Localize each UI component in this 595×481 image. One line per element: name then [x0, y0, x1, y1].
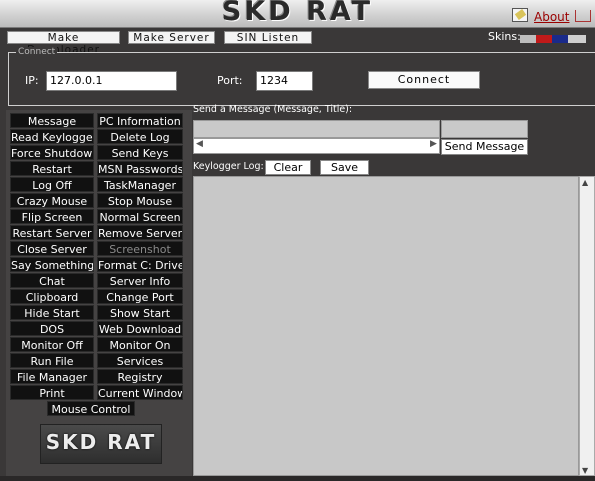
command-button-remove-server[interactable]: Remove Server	[97, 225, 183, 240]
command-button-monitor-on[interactable]: Monitor On	[97, 337, 183, 352]
window-title: SKD RAT	[221, 0, 374, 27]
command-button-send-keys[interactable]: Send Keys	[97, 145, 183, 160]
command-button-show-start[interactable]: Show Start	[97, 305, 183, 320]
ip-label: IP:	[25, 74, 39, 87]
command-button-crazy-mouse[interactable]: Crazy Mouse	[10, 193, 94, 208]
command-button-message[interactable]: Message	[10, 113, 94, 128]
command-button-taskmanager[interactable]: TaskManager	[97, 177, 183, 192]
command-button-screenshot[interactable]: Screenshot	[97, 241, 183, 256]
command-button-server-info[interactable]: Server Info	[97, 273, 183, 288]
skin-gray-swatch[interactable]	[568, 35, 586, 43]
connect-group-label: Connect	[16, 47, 58, 57]
skins-label: Skins:	[488, 30, 521, 43]
command-button-restart[interactable]: Restart	[10, 161, 94, 176]
send-message-button[interactable]: Send Message	[441, 139, 528, 155]
skin-silver-swatch[interactable]	[520, 35, 536, 43]
keylogger-log-textarea[interactable]	[193, 176, 579, 476]
command-button-force-shutdown[interactable]: Force Shutdown	[10, 145, 94, 160]
command-button-print[interactable]: Print	[10, 385, 94, 400]
command-button-services[interactable]: Services	[97, 353, 183, 368]
command-button-web-download[interactable]: Web Download	[97, 321, 183, 336]
app-logo: SKD RAT	[45, 430, 157, 454]
command-button-file-manager[interactable]: File Manager	[10, 369, 94, 384]
sin-listen-button[interactable]: SIN Listen	[224, 31, 312, 44]
command-button-pc-information[interactable]: PC Information	[97, 113, 183, 128]
command-button-delete-log[interactable]: Delete Log	[97, 129, 183, 144]
command-button-change-port[interactable]: Change Port	[97, 289, 183, 304]
ip-input[interactable]: 127.0.0.1	[46, 71, 177, 91]
command-button-flip-screen[interactable]: Flip Screen	[10, 209, 94, 224]
pin-icon[interactable]	[512, 8, 528, 22]
clear-button[interactable]: Clear	[265, 160, 311, 175]
command-button-registry[interactable]: Registry	[97, 369, 183, 384]
save-button[interactable]: Save	[320, 160, 369, 175]
skin-red-swatch[interactable]	[536, 35, 552, 43]
mouse-control-button[interactable]: Mouse Control	[47, 401, 135, 416]
command-button-run-file[interactable]: Run File	[10, 353, 94, 368]
command-button-restart-server[interactable]: Restart Server	[10, 225, 94, 240]
command-button-dos[interactable]: DOS	[10, 321, 94, 336]
command-button-normal-screen[interactable]: Normal Screen	[97, 209, 183, 224]
command-button-format-c-drive[interactable]: Format C: Drive	[97, 257, 183, 272]
bottom-bar	[0, 476, 595, 481]
command-button-close-server[interactable]: Close Server	[10, 241, 94, 256]
command-button-msn-passwords[interactable]: MSN Passwords	[97, 161, 183, 176]
keylogger-scrollbar[interactable]	[579, 176, 595, 476]
scroll-down-icon[interactable]: ▼	[582, 466, 588, 475]
command-button-hide-start[interactable]: Hide Start	[10, 305, 94, 320]
scroll-left-icon[interactable]: ◀	[196, 139, 203, 149]
command-button-monitor-off[interactable]: Monitor Off	[10, 337, 94, 352]
message-scrollbar[interactable]	[193, 138, 440, 154]
command-button-chat[interactable]: Chat	[10, 273, 94, 288]
port-label: Port:	[217, 74, 243, 87]
scroll-up-icon[interactable]: ▲	[582, 178, 588, 187]
scroll-right-icon[interactable]: ▶	[430, 139, 437, 149]
command-button-clipboard[interactable]: Clipboard	[10, 289, 94, 304]
command-button-read-keylogger[interactable]: Read Keylogger	[10, 129, 94, 144]
port-input[interactable]: 1234	[256, 71, 313, 91]
message-input[interactable]	[193, 120, 440, 138]
make-downloader-button[interactable]: Make Downloader	[7, 31, 120, 56]
make-server-button[interactable]: Make Server	[128, 31, 215, 44]
send-message-label: Send a Message (Message, Title):	[193, 104, 353, 115]
title-input[interactable]	[441, 120, 528, 138]
keylogger-log-label: Keylogger Log:	[193, 161, 264, 172]
command-button-say-something[interactable]: Say Something	[10, 257, 94, 272]
connect-button[interactable]: Connect	[368, 71, 480, 89]
command-button-current-window[interactable]: Current Window	[97, 385, 183, 400]
resize-icon[interactable]	[575, 10, 591, 22]
command-button-log-off[interactable]: Log Off	[10, 177, 94, 192]
about-link[interactable]: About	[534, 10, 569, 24]
skin-blue-swatch[interactable]	[552, 35, 568, 43]
command-button-stop-mouse[interactable]: Stop Mouse	[97, 193, 183, 208]
